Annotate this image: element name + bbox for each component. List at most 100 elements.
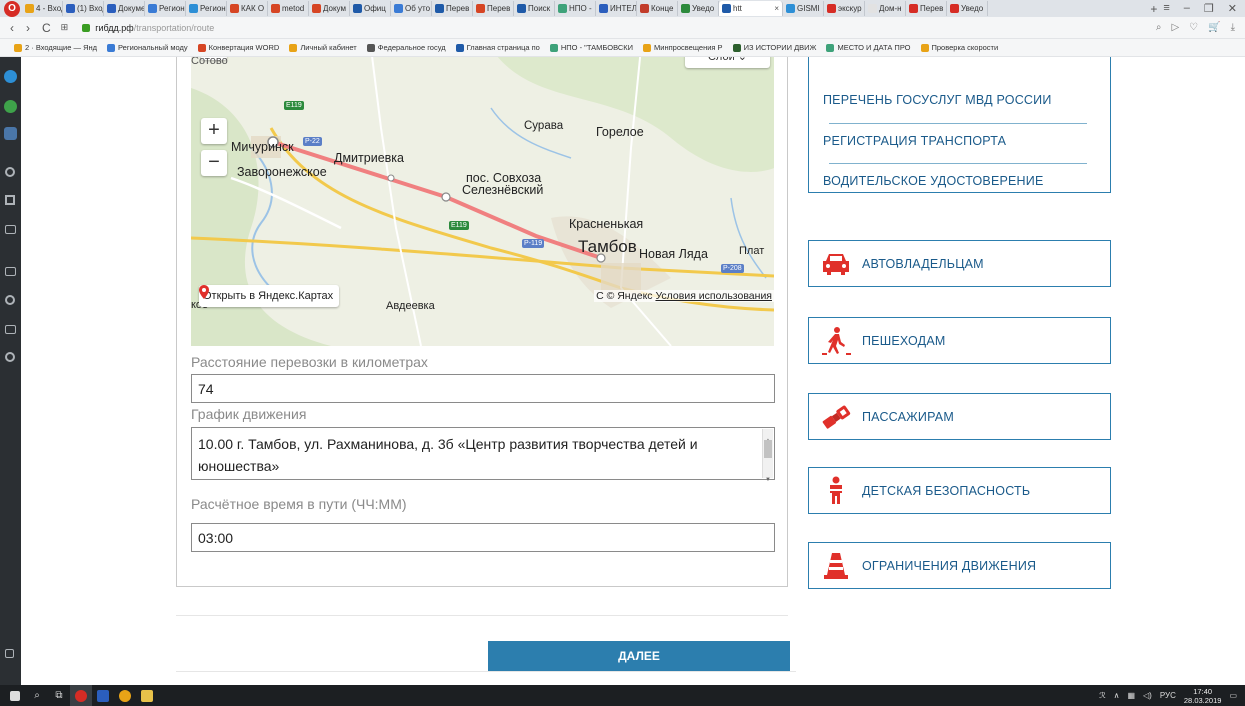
- opera-logo-icon[interactable]: O: [4, 0, 20, 17]
- player-icon[interactable]: [5, 195, 15, 205]
- bookmark-item[interactable]: МЕСТО И ДАТА ПРО: [826, 43, 911, 52]
- bookmark-item[interactable]: Региональный моду: [107, 43, 188, 52]
- cart-icon[interactable]: 🛒: [1208, 22, 1220, 33]
- bookmark-item[interactable]: Минпросвещения Р: [643, 43, 723, 52]
- news-icon[interactable]: [5, 325, 16, 334]
- play-icon[interactable]: ▷: [1171, 22, 1179, 33]
- search-icon[interactable]: ⌕: [1156, 22, 1162, 33]
- vk-icon[interactable]: [4, 127, 17, 140]
- menu-item-vehicle-registration[interactable]: РЕГИСТРАЦИЯ ТРАНСПОРТА: [823, 134, 1093, 148]
- bookmarks-heart-icon[interactable]: [5, 295, 15, 305]
- browser-tab[interactable]: ИНТЕЛ: [596, 1, 637, 16]
- secure-lock-icon: [82, 23, 91, 32]
- keyboard-language[interactable]: РУС: [1160, 691, 1176, 700]
- restore-icon[interactable]: ❐: [1204, 2, 1214, 15]
- browser-tab[interactable]: Перев: [473, 1, 514, 16]
- schedule-textarea[interactable]: 10.00 г. Тамбов, ул. Рахманинова, д. 3б …: [191, 427, 775, 483]
- zoom-in-button[interactable]: +: [201, 118, 227, 144]
- heart-icon[interactable]: ♡: [1189, 22, 1198, 33]
- bookmark-item[interactable]: Проверка скорости: [920, 43, 998, 52]
- menu-item-driver-license[interactable]: ВОДИТЕЛЬСКОЕ УДОСТОВЕРЕНИЕ: [823, 174, 1093, 188]
- close-window-icon[interactable]: ✕: [1228, 2, 1237, 15]
- route-map[interactable]: ⤢ Сотово Слои ⌄ + − Мичуринск Дмитриевка…: [191, 57, 774, 346]
- tray-expand-icon[interactable]: ∧: [1114, 691, 1120, 700]
- category-car-owners[interactable]: АВТОВЛАДЕЛЬЦАМ: [808, 240, 1111, 287]
- browser-tab[interactable]: Уведо: [947, 1, 988, 16]
- terms-of-use-link[interactable]: Условия использования: [655, 290, 772, 302]
- browser-tab[interactable]: Уведо: [678, 1, 719, 16]
- scroll-thumb[interactable]: [764, 440, 772, 458]
- schedule-scrollbar[interactable]: ▲ ▼: [762, 429, 773, 483]
- people-icon[interactable]: ℛ: [1099, 691, 1105, 700]
- back-icon[interactable]: ‹: [10, 21, 14, 35]
- bookmark-item[interactable]: Главная страница по: [455, 43, 540, 52]
- browser-tab[interactable]: 4 - Вход: [22, 1, 63, 16]
- search-sidebar-icon[interactable]: [5, 167, 15, 177]
- browser-tab[interactable]: Об уто: [391, 1, 432, 16]
- bookmark-item[interactable]: ИЗ ИСТОРИИ ДВИЖ: [732, 43, 816, 52]
- category-pedestrians[interactable]: ПЕШЕХОДАМ: [808, 317, 1111, 364]
- scroll-down-icon[interactable]: ▼: [763, 469, 773, 491]
- browser-tab[interactable]: КАК О: [227, 1, 268, 16]
- url-field[interactable]: гибдд.рф /transportation/route: [82, 19, 214, 37]
- history-icon[interactable]: [5, 352, 15, 362]
- speed-dial-icon[interactable]: ⊞: [61, 22, 69, 33]
- clock[interactable]: 17:40 28.03.2019: [1184, 687, 1222, 705]
- new-tab-button[interactable]: +: [1144, 2, 1163, 16]
- browser-tab[interactable]: Дом-н: [865, 1, 906, 16]
- tab-close-icon[interactable]: ×: [774, 4, 779, 13]
- camera-icon[interactable]: [5, 225, 16, 234]
- network-icon[interactable]: ▦: [1127, 691, 1135, 700]
- browser-tab[interactable]: Офиц: [350, 1, 391, 16]
- chrome-taskbar-icon[interactable]: [114, 685, 136, 706]
- menu-item-mvd-services[interactable]: ПЕРЕЧЕНЬ ГОСУСЛУГ МВД РОССИИ: [823, 93, 1093, 107]
- browser-tab[interactable]: metod: [268, 1, 309, 16]
- map-layers-button[interactable]: Слои ⌄: [685, 57, 770, 68]
- task-view-icon[interactable]: ⧉: [48, 685, 70, 706]
- distance-input[interactable]: [191, 374, 775, 403]
- bookmark-item[interactable]: 2 · Входящие — Янд: [14, 43, 97, 52]
- zoom-out-button[interactable]: −: [201, 150, 227, 176]
- forward-icon[interactable]: ›: [26, 21, 30, 35]
- sidebar-toggle-icon[interactable]: [5, 649, 14, 658]
- minimize-icon[interactable]: –: [1184, 2, 1190, 15]
- category-child-safety[interactable]: ДЕТСКАЯ БЕЗОПАСНОСТЬ: [808, 467, 1111, 514]
- browser-tab[interactable]: Перев: [906, 1, 947, 16]
- bookmark-item[interactable]: Федеральное госуд: [366, 43, 446, 52]
- browser-tab[interactable]: Регион: [186, 1, 227, 16]
- browser-tab[interactable]: Регион: [145, 1, 186, 16]
- browser-tab[interactable]: Поиск: [514, 1, 555, 16]
- bookmark-item[interactable]: Конвертация WORD: [197, 43, 280, 52]
- speed-dial-sidebar-icon[interactable]: [5, 267, 16, 276]
- browser-tab[interactable]: Докум: [309, 1, 350, 16]
- category-passengers[interactable]: ПАССАЖИРАМ: [808, 393, 1111, 440]
- whatsapp-icon[interactable]: [4, 100, 17, 113]
- bookmark-label: Конвертация WORD: [208, 43, 280, 52]
- schedule-label: График движения: [191, 406, 307, 422]
- next-button[interactable]: ДАЛЕЕ: [488, 641, 790, 672]
- notifications-icon[interactable]: ▭: [1229, 691, 1237, 700]
- download-icon[interactable]: ⤓: [1231, 22, 1235, 33]
- browser-tab[interactable]: htt ×: [719, 1, 783, 16]
- category-traffic-restrictions[interactable]: ОГРАНИЧЕНИЯ ДВИЖЕНИЯ: [808, 542, 1111, 589]
- search-taskbar-icon[interactable]: ⌕: [26, 685, 48, 706]
- reload-icon[interactable]: C: [42, 21, 51, 35]
- browser-tab[interactable]: Конце: [637, 1, 678, 16]
- browser-tab[interactable]: (1) Вход: [63, 1, 104, 16]
- messenger-icon[interactable]: [4, 70, 17, 83]
- bookmark-item[interactable]: Личный кабинет: [289, 43, 357, 52]
- volume-icon[interactable]: ◁): [1143, 691, 1152, 700]
- word-taskbar-icon[interactable]: [92, 685, 114, 706]
- open-in-yandex-maps-button[interactable]: Открыть в Яндекс.Картах: [199, 285, 340, 307]
- browser-tab[interactable]: Докумен: [104, 1, 145, 16]
- travel-time-input[interactable]: [191, 523, 775, 552]
- explorer-taskbar-icon[interactable]: [136, 685, 158, 706]
- browser-tab[interactable]: GISMI: [783, 1, 824, 16]
- windows-start-icon[interactable]: [4, 685, 26, 706]
- opera-taskbar-icon[interactable]: [70, 685, 92, 706]
- browser-tab[interactable]: Перев: [432, 1, 473, 16]
- bookmark-item[interactable]: НПО - "ТАМБОВСКИ: [549, 43, 633, 52]
- browser-tab[interactable]: экскур: [824, 1, 865, 16]
- browser-tab[interactable]: НПО -: [555, 1, 596, 16]
- tab-menu-icon[interactable]: ≡: [1163, 2, 1169, 15]
